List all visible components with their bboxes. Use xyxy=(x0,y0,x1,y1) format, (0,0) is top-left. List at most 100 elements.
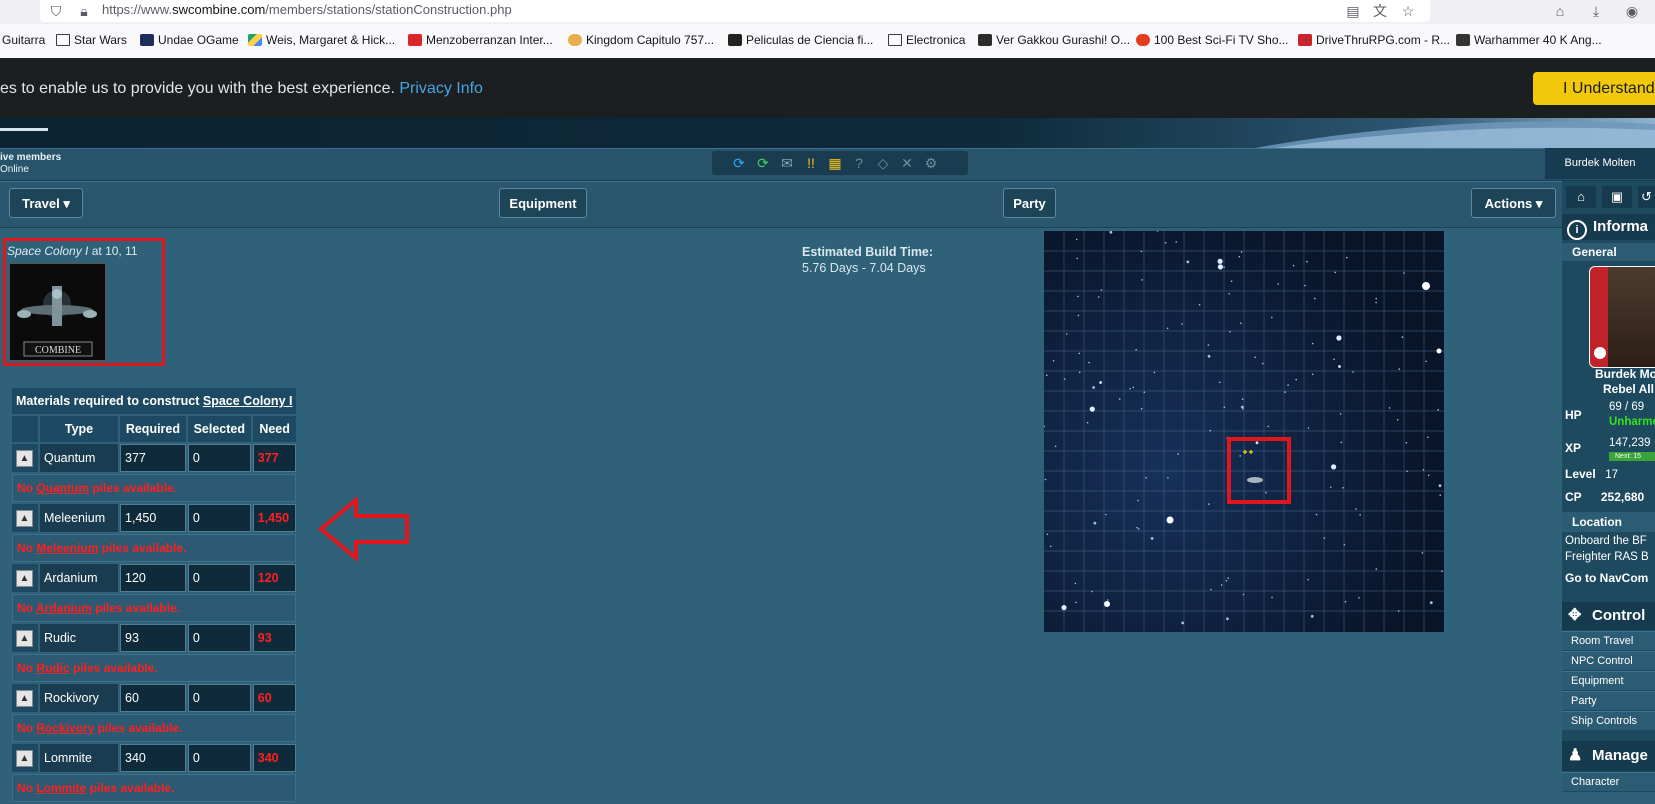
profile-tab-icon[interactable]: ▣ xyxy=(1602,186,1632,208)
site-banner xyxy=(0,118,1655,148)
inventory-icon[interactable]: ◇ xyxy=(874,154,892,172)
party-link[interactable]: Party xyxy=(1562,691,1655,710)
party-button[interactable]: Party xyxy=(1003,188,1056,218)
refresh-icon[interactable]: ⟳ xyxy=(730,154,748,172)
station-link[interactable]: Space Colony I xyxy=(203,394,293,408)
material-need: 60 xyxy=(252,684,297,712)
translate-icon[interactable]: 文 xyxy=(1372,3,1388,19)
avatar[interactable] xyxy=(1589,266,1655,368)
character-faction[interactable]: Rebel All xyxy=(1603,382,1655,396)
crosshair-icon: ✥ xyxy=(1568,607,1582,624)
room-travel-link[interactable]: Room Travel xyxy=(1562,631,1655,650)
build-time-label: Estimated Build Time: xyxy=(802,245,934,259)
online-members[interactable]: ive members Online xyxy=(0,152,61,176)
site-icon xyxy=(568,34,582,46)
navcomp-link[interactable]: Go to NavCom xyxy=(1565,571,1655,585)
expand-arrow-icon[interactable]: ▲ xyxy=(16,749,33,767)
alert-icon[interactable]: !! xyxy=(802,154,820,172)
equipment-link[interactable]: Equipment xyxy=(1562,671,1655,690)
rebel-alliance-icon xyxy=(1594,347,1606,359)
bookmark-item[interactable]: Ver Gakkou Gurashi! O... xyxy=(978,33,1130,47)
availability-row: No Rockivory piles available. xyxy=(12,714,297,742)
tools-icon[interactable]: ✕ xyxy=(898,154,916,172)
control-panel-title: ✥ Control xyxy=(1562,602,1655,630)
expand-arrow-icon[interactable]: ▲ xyxy=(16,689,33,707)
material-row: ▲ Quantum 377 0 377 xyxy=(12,444,297,472)
material-link[interactable]: Meleenium xyxy=(36,541,98,555)
info-icon: i xyxy=(1567,220,1587,240)
reader-view-icon[interactable]: ▤ xyxy=(1345,3,1361,19)
notification-icon-strip: ⟳ ⟳ ✉ !! ▦ ? ◇ ✕ ⚙ xyxy=(712,151,968,175)
bookmark-item[interactable]: Star Wars xyxy=(56,33,127,47)
history-tab-icon[interactable]: ↺ xyxy=(1638,186,1655,208)
i-understand-button[interactable]: I Understand xyxy=(1533,72,1655,105)
action-navbar xyxy=(0,181,1562,229)
material-need: 377 xyxy=(252,444,297,472)
expand-arrow-icon[interactable]: ▲ xyxy=(16,629,33,647)
availability-row: No Ardanium piles available. xyxy=(12,594,297,622)
bookmark-item[interactable]: DriveThruRPG.com - R... xyxy=(1298,33,1450,47)
user-menu[interactable]: Burdek Molten xyxy=(1545,148,1655,179)
site-icon xyxy=(408,34,422,46)
system-map[interactable] xyxy=(1043,230,1444,632)
bookmark-item[interactable]: Undae OGame xyxy=(140,33,239,47)
build-time-value: 5.76 Days - 7.04 Days xyxy=(802,261,926,275)
material-need: 120 xyxy=(252,564,297,592)
site-icon xyxy=(140,34,154,46)
sync-icon[interactable]: ⟳ xyxy=(754,154,772,172)
material-link[interactable]: Rockivory xyxy=(36,721,94,735)
home-tab-icon[interactable]: ⌂ xyxy=(1566,186,1596,208)
account-icon[interactable]: ◉ xyxy=(1624,3,1640,19)
material-link[interactable]: Quantum xyxy=(36,481,89,495)
location-section: Location xyxy=(1562,512,1655,532)
lock-icon[interactable]: 🔒︎ xyxy=(76,3,92,19)
ship-controls-link[interactable]: Ship Controls xyxy=(1562,711,1655,730)
bookmark-item[interactable]: Guitarra xyxy=(2,33,45,47)
settings-icon[interactable]: ⚙ xyxy=(922,154,940,172)
character-name[interactable]: Burdek Mo xyxy=(1595,367,1655,381)
expand-cell: ▲ xyxy=(12,684,38,712)
npc-control-link[interactable]: NPC Control xyxy=(1562,651,1655,670)
bookmark-star-icon[interactable]: ☆ xyxy=(1400,3,1416,19)
bookmark-item[interactable]: Menzoberranzan Inter... xyxy=(408,33,553,47)
bookmark-item[interactable]: Warhammer 40 K Ang... xyxy=(1456,33,1602,47)
bookmark-item[interactable]: Peliculas de Ciencia fi... xyxy=(728,33,873,47)
location-line-2: Freighter RAS B xyxy=(1565,551,1649,563)
bookmark-item[interactable]: Weis, Margaret & Hick... xyxy=(248,33,395,47)
info-panel-title: i Informa xyxy=(1562,214,1655,240)
expand-arrow-icon[interactable]: ▲ xyxy=(16,509,33,527)
cookie-text: es to enable us to provide you with the … xyxy=(0,80,483,97)
starfield-grid xyxy=(1043,230,1444,632)
station-highlight-box xyxy=(3,238,165,366)
actions-button[interactable]: Actions ▾ xyxy=(1471,188,1556,218)
planet-horizon-art xyxy=(0,121,1655,148)
bookmark-item[interactable]: Kingdom Capitulo 757... xyxy=(568,33,714,47)
pocket-icon[interactable]: ⌂ xyxy=(1552,3,1568,19)
download-icon[interactable]: ⤓ xyxy=(1588,3,1604,19)
mail-icon[interactable]: ✉ xyxy=(778,154,796,172)
material-need: 93 xyxy=(252,624,297,652)
material-need: 340 xyxy=(252,744,297,772)
expand-arrow-icon[interactable]: ▲ xyxy=(16,569,33,587)
general-section: General xyxy=(1562,243,1655,261)
character-link[interactable]: Character xyxy=(1562,772,1655,791)
equipment-button[interactable]: Equipment xyxy=(499,188,587,218)
bookmark-item[interactable]: Electronica xyxy=(888,33,965,47)
expand-arrow-icon[interactable]: ▲ xyxy=(16,449,33,467)
bookmark-item[interactable]: 100 Best Sci-Fi TV Sho... xyxy=(1136,33,1289,47)
help-icon[interactable]: ? xyxy=(850,154,868,172)
travel-button[interactable]: Travel ▾ xyxy=(9,188,83,218)
shield-icon[interactable]: ⛉ xyxy=(48,3,64,19)
hp-status: Unharme xyxy=(1609,416,1655,428)
expand-cell: ▲ xyxy=(12,744,38,772)
material-link[interactable]: Rudic xyxy=(36,661,69,675)
url-text[interactable]: https://www.swcombine.com/members/statio… xyxy=(102,2,512,17)
privacy-info-link[interactable]: Privacy Info xyxy=(399,80,483,97)
material-link[interactable]: Lommite xyxy=(36,781,86,795)
material-link[interactable]: Ardanium xyxy=(36,601,92,615)
material-required: 93 xyxy=(120,624,186,652)
material-selected: 0 xyxy=(187,684,251,712)
events-icon[interactable]: ▦ xyxy=(826,154,844,172)
expand-cell: ▲ xyxy=(12,444,38,472)
no-piles-message: No Quantum piles available. xyxy=(12,474,297,502)
